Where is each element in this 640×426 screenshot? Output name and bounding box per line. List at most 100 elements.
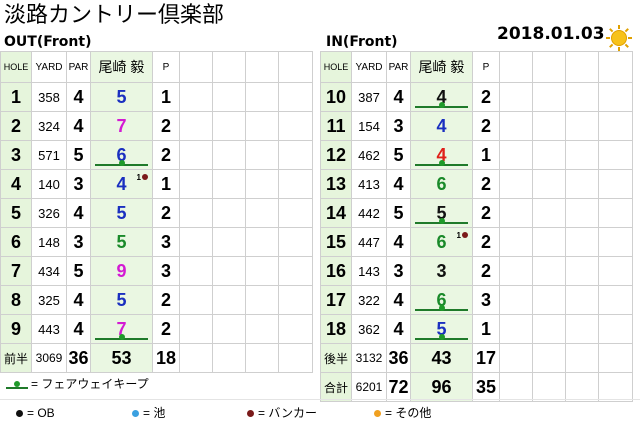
hole-yardage: 443 (31, 314, 67, 344)
empty-cell (598, 111, 633, 141)
total-score: 96 (410, 372, 473, 402)
hole-putts-text: 2 (480, 115, 491, 136)
bunker-legend: = バンカー (247, 405, 317, 421)
bunker-marker: 1 (137, 173, 148, 182)
hole-par: 4 (66, 82, 91, 112)
empty-cell (278, 169, 313, 199)
hole-putts-text: 3 (160, 231, 171, 252)
hole-number: 6 (0, 227, 32, 257)
hole-par: 5 (386, 140, 411, 170)
empty-cell (565, 111, 599, 141)
hole-score: 3 (410, 256, 473, 286)
empty-cell (598, 51, 633, 83)
empty-cell (179, 169, 213, 199)
hole-row: 13 413 4 6 2 (320, 169, 633, 199)
empty-cell (598, 285, 633, 315)
empty-cell (598, 314, 633, 344)
hole-number: 5 (0, 198, 32, 228)
hole-row: 7 434 5 9 3 (0, 256, 313, 286)
ob-dot-icon (16, 410, 23, 418)
putt-header: P (152, 51, 180, 83)
ob-legend-label: = OB (27, 406, 55, 420)
pond-legend-label: = 池 (143, 406, 166, 420)
fairway-legend-label: = フェアウェイキープ (31, 377, 149, 391)
hole-row: 16 143 3 3 2 (320, 256, 633, 286)
fairway-keep-icon (6, 380, 28, 389)
hole-par-text: 4 (73, 86, 84, 107)
hole-yardage: 143 (351, 256, 387, 286)
hole-yardage-text: 387 (358, 89, 380, 105)
hole-par-text: 4 (73, 115, 84, 136)
hole-par-text: 3 (73, 173, 84, 194)
fairway-legend: = フェアウェイキープ (6, 376, 149, 392)
bunker-dot-icon (462, 232, 468, 238)
table-header-row: HOLE YARD PAR 尾崎 毅 P (320, 51, 633, 83)
empty-cell (179, 51, 213, 83)
hole-par-text: 3 (393, 260, 404, 281)
hole-score: 4 (410, 111, 473, 141)
empty-cell (532, 314, 566, 344)
fairway-keep-marker (415, 334, 468, 340)
empty-cell (245, 140, 279, 170)
hole-number-text: 16 (325, 260, 347, 281)
hole-number: 17 (320, 285, 352, 315)
empty-cell (598, 140, 633, 170)
hole-number-text: 14 (325, 202, 347, 223)
hole-number-text: 8 (10, 289, 21, 310)
hole-score-text: 4 (436, 115, 447, 136)
hole-par-text: 4 (73, 289, 84, 310)
total-row: 合計 6201 72 96 35 (320, 372, 633, 402)
hole-score: 7 (90, 314, 153, 344)
fairway-keep-marker (415, 218, 468, 224)
hole-yardage: 362 (351, 314, 387, 344)
fairway-keep-marker (95, 160, 148, 166)
empty-cell (598, 82, 633, 112)
empty-cell (278, 82, 313, 112)
hole-yardage: 571 (31, 140, 67, 170)
empty-cell (179, 82, 213, 112)
hole-number: 18 (320, 314, 352, 344)
hole-score-text: 6 (436, 231, 447, 252)
hole-score: 4 (410, 140, 473, 170)
hole-row: 4 140 3 4 1 1 (0, 169, 313, 199)
empty-cell (565, 140, 599, 170)
empty-cell (278, 256, 313, 286)
hole-number-text: 15 (325, 231, 347, 252)
hole-number-text: 6 (10, 231, 21, 252)
hole-yardage-text: 434 (38, 263, 60, 279)
empty-cell (565, 227, 599, 257)
empty-cell (179, 285, 213, 315)
hole-yardage-text: 358 (38, 89, 60, 105)
hole-score: 7 (90, 111, 153, 141)
hole-score: 61 (410, 227, 473, 257)
sun-icon (606, 25, 632, 51)
fairway-keep-marker (95, 334, 148, 340)
hole-number-text: 11 (326, 115, 346, 136)
total-par: 72 (386, 372, 411, 402)
bunker-legend-label: = バンカー (258, 406, 317, 420)
empty-cell (532, 198, 566, 228)
hole-score: 5 (90, 285, 153, 315)
hole-putts: 2 (472, 111, 500, 141)
hole-yardage: 434 (31, 256, 67, 286)
hole-yardage: 387 (351, 82, 387, 112)
empty-cell (532, 140, 566, 170)
hole-number: 8 (0, 285, 32, 315)
hole-row: 5 326 4 5 2 (0, 198, 313, 228)
hole-row: 2 324 4 7 2 (0, 111, 313, 141)
empty-cell (245, 285, 279, 315)
hole-number-text: 1 (10, 86, 21, 107)
hole-putts: 2 (152, 198, 180, 228)
hole-par-text: 5 (73, 144, 84, 165)
empty-cell (499, 343, 533, 373)
hole-yardage-text: 140 (38, 176, 60, 192)
hole-putts-text: 2 (480, 202, 491, 223)
empty-cell (565, 372, 599, 402)
empty-cell (532, 227, 566, 257)
player-name-header: 尾崎 毅 (90, 51, 153, 83)
hole-number: 10 (320, 82, 352, 112)
total-label: 合計 (320, 372, 352, 402)
empty-cell (278, 314, 313, 344)
hole-number: 4 (0, 169, 32, 199)
hole-par-text: 4 (73, 202, 84, 223)
